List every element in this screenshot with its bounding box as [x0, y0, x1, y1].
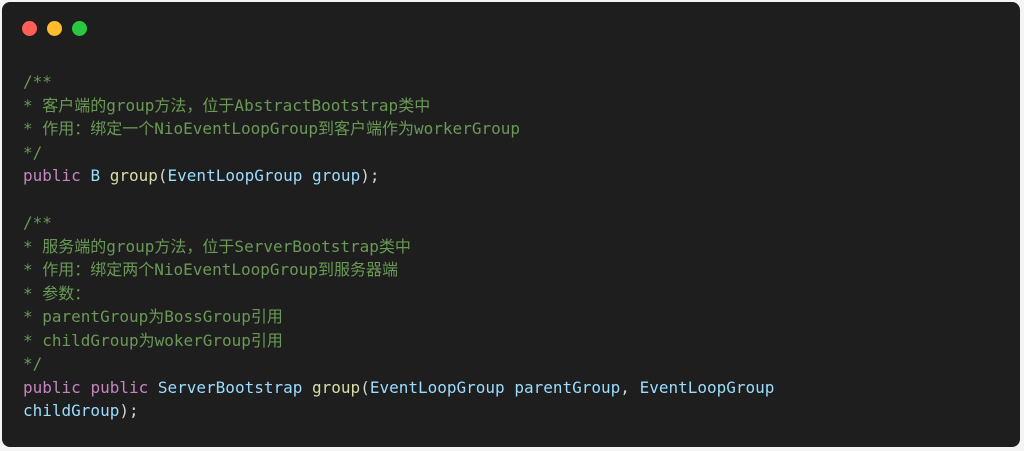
- code-line: */: [23, 141, 774, 165]
- comment-token: * 作用：绑定两个NioEventLoopGroup到服务器端: [23, 260, 399, 279]
- parameter-token: childGroup: [23, 401, 120, 420]
- parameter-token: group: [312, 166, 361, 185]
- punctuation-token: [100, 166, 110, 185]
- code-line: * 参数：: [23, 282, 774, 306]
- type-token: EventLoopGroup: [167, 166, 303, 185]
- punctuation-token: );: [360, 166, 380, 185]
- code-line: public public ServerBootstrap group(Even…: [23, 376, 774, 400]
- comment-token: * childGroup为wokerGroup引用: [23, 330, 283, 350]
- comment-token: /**: [23, 72, 52, 91]
- comment-token: * 参数：: [23, 283, 91, 303]
- punctuation-token: (: [360, 377, 370, 397]
- type-token: B: [90, 166, 101, 185]
- punctuation-token: [302, 166, 312, 185]
- type-token: EventLoopGroup: [369, 377, 505, 397]
- comment-token: */: [23, 142, 43, 162]
- code-line: * parentGroup为BossGroup引用: [23, 305, 774, 329]
- type-token: EventLoopGroup: [639, 377, 775, 397]
- comment-token: * 客户端的group方法，位于AbstractBootstrap类中: [23, 95, 431, 115]
- code-line: * 客户端的group方法，位于AbstractBootstrap类中: [23, 94, 774, 118]
- code-line: * 作用：绑定一个NioEventLoopGroup到客户端作为workerGr…: [23, 117, 774, 141]
- comment-token: * parentGroup为BossGroup引用: [23, 307, 283, 326]
- keyword-token: public: [90, 377, 149, 397]
- code-line: * childGroup为wokerGroup引用: [23, 329, 774, 353]
- comment-token: /**: [23, 213, 52, 232]
- punctuation-token: [302, 378, 312, 397]
- punctuation-token: ,: [620, 377, 640, 397]
- code-window: /** * 客户端的group方法，位于AbstractBootstrap类中 * …: [2, 2, 1020, 447]
- code-line: /**: [23, 211, 774, 235]
- code-line: childGroup);: [23, 399, 774, 423]
- comment-token: * 作用：绑定一个NioEventLoopGroup到客户端作为workerGr…: [23, 119, 520, 138]
- punctuation-token: [81, 166, 91, 185]
- window-controls: [22, 21, 87, 36]
- function-name-token: group: [312, 377, 361, 397]
- punctuation-token: [148, 378, 158, 397]
- punctuation-token: [81, 378, 91, 397]
- parameter-token: parentGroup: [514, 377, 621, 397]
- comment-token: */: [23, 354, 43, 373]
- comment-token: * 服务端的group方法，位于ServerBootstrap类中: [23, 236, 411, 256]
- code-line: /**: [23, 70, 774, 94]
- code-block[interactable]: /** * 客户端的group方法，位于AbstractBootstrap类中 * …: [23, 70, 774, 423]
- zoom-window-button[interactable]: [72, 21, 87, 36]
- minimize-window-button[interactable]: [47, 21, 62, 36]
- code-line: */: [23, 352, 774, 376]
- code-line: * 作用：绑定两个NioEventLoopGroup到服务器端: [23, 258, 774, 282]
- keyword-token: public: [23, 166, 81, 185]
- keyword-token: public: [23, 377, 81, 397]
- punctuation-token: (: [157, 166, 168, 185]
- punctuation-token: );: [119, 401, 139, 420]
- code-line: * 服务端的group方法，位于ServerBootstrap类中: [23, 235, 774, 259]
- close-window-button[interactable]: [22, 21, 37, 36]
- code-line: public B group(EventLoopGroup group);: [23, 164, 774, 188]
- function-name-token: group: [109, 166, 158, 185]
- punctuation-token: [505, 378, 515, 397]
- type-token: ServerBootstrap: [157, 377, 303, 397]
